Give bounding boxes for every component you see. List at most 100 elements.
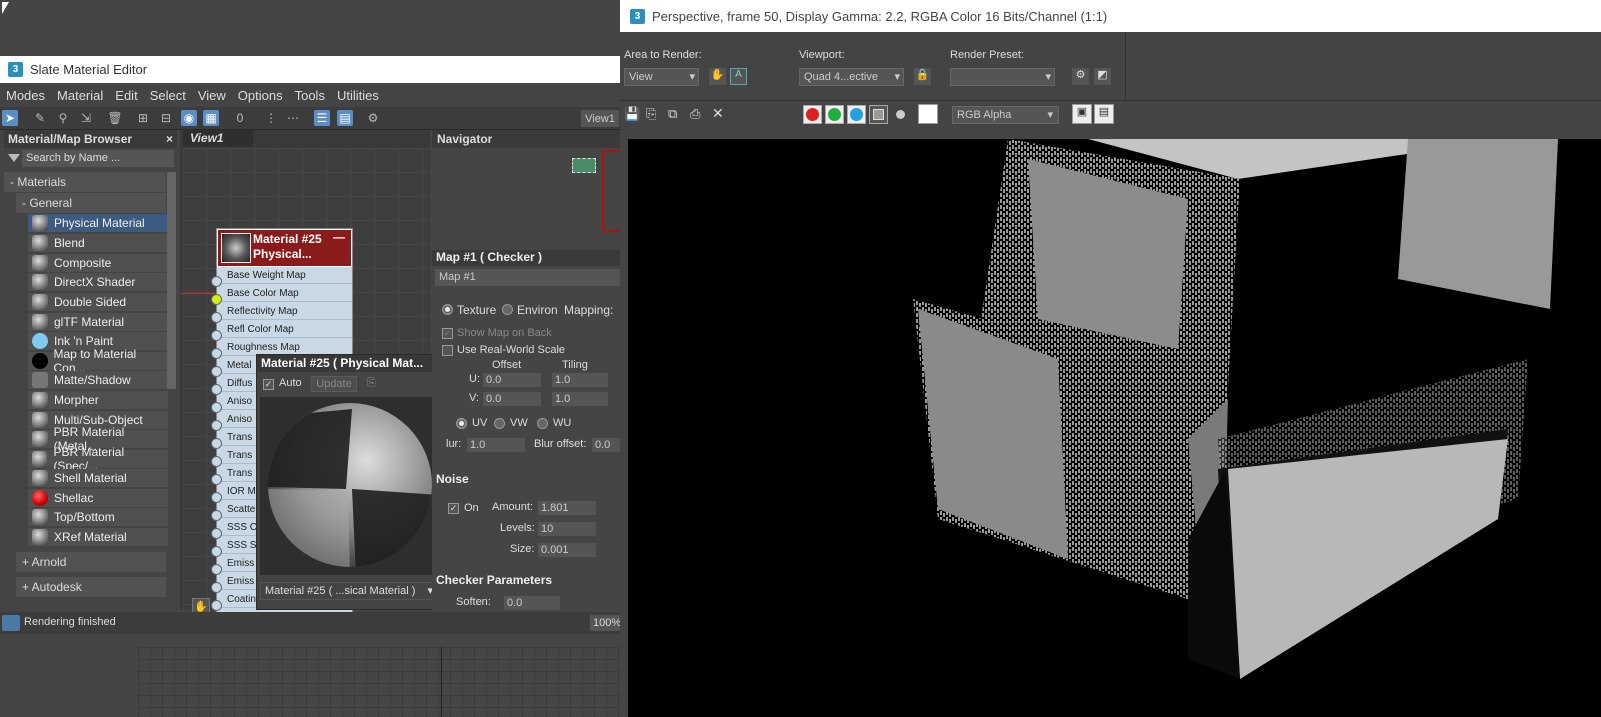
render-preset-dropdown[interactable]: ▾: [950, 68, 1055, 86]
collapse-icon[interactable]: —: [333, 230, 345, 244]
material-id-icon[interactable]: 0: [232, 110, 248, 126]
list-item[interactable]: Morpher: [28, 391, 168, 410]
menu-modes[interactable]: Modes: [0, 88, 51, 103]
input-socket[interactable]: [211, 330, 222, 341]
browser-scrollbar[interactable]: [167, 172, 176, 389]
input-socket[interactable]: [211, 510, 222, 521]
levels-spinner[interactable]: 10: [538, 522, 596, 536]
preview-title[interactable]: Material #25 ( Physical Mat...: [257, 355, 445, 372]
list-item[interactable]: Composite: [28, 254, 168, 273]
input-socket[interactable]: [211, 402, 222, 413]
real-world-checkbox[interactable]: [442, 345, 453, 356]
lock-icon[interactable]: 🔒: [914, 68, 931, 85]
red-channel-button[interactable]: [803, 105, 822, 124]
vw-radio[interactable]: [494, 418, 505, 429]
navigator-viewport-frame[interactable]: [602, 150, 620, 232]
input-socket[interactable]: [211, 474, 222, 485]
eyedropper-icon[interactable]: ✎: [32, 110, 48, 126]
slot-refl-color[interactable]: Refl Color Map: [217, 321, 352, 338]
slot-reflectivity[interactable]: Reflectivity Map: [217, 303, 352, 320]
clear-icon[interactable]: ✕: [712, 105, 724, 122]
input-socket[interactable]: [211, 420, 222, 431]
v-offset-spinner[interactable]: 0.0: [483, 392, 541, 406]
input-socket[interactable]: [211, 600, 222, 611]
input-socket[interactable]: [211, 312, 222, 323]
list-item[interactable]: Top/Bottom: [28, 508, 168, 527]
input-socket[interactable]: [211, 456, 222, 467]
list-item[interactable]: Double Sided: [28, 293, 168, 312]
display-channel-dropdown[interactable]: RGB Alpha ▾: [952, 106, 1059, 124]
list-item[interactable]: DirectX Shader: [28, 273, 168, 292]
editor-toggle-icon[interactable]: ▤: [337, 110, 353, 126]
update-button[interactable]: Update: [311, 376, 357, 392]
list-item[interactable]: Matte/Shadow: [28, 371, 168, 390]
list-item[interactable]: PBR Material (Spec/...: [28, 445, 168, 473]
tab-view1[interactable]: View1: [183, 130, 253, 147]
pin-icon[interactable]: ⎘: [367, 377, 376, 390]
list-item[interactable]: Shellac: [28, 489, 168, 508]
amount-spinner[interactable]: 1.801: [538, 501, 596, 515]
select-tool-icon[interactable]: ➤: [2, 110, 18, 126]
viewport-dropdown[interactable]: Quad 4...ective ▾: [799, 68, 904, 86]
blur-offset-spinner[interactable]: 0.0: [592, 438, 620, 452]
list-item[interactable]: glTF Material: [28, 313, 168, 332]
list-item[interactable]: Map to Material Con...: [28, 347, 168, 375]
slot-base-color[interactable]: Base Color Map: [217, 285, 352, 302]
slot-base-weight[interactable]: Base Weight Map: [217, 267, 352, 284]
search-input[interactable]: Search by Name ...: [22, 149, 174, 167]
map-name-field[interactable]: Map #1: [435, 269, 620, 286]
settings-icon[interactable]: ⚙: [365, 110, 381, 126]
menu-select[interactable]: Select: [144, 88, 192, 103]
input-socket[interactable]: [211, 528, 222, 539]
assign-material-icon[interactable]: ⇲: [78, 110, 94, 126]
input-socket[interactable]: [211, 366, 222, 377]
v-tiling-spinner[interactable]: 1.0: [552, 392, 608, 406]
frame-buffer-title-bar[interactable]: 3 Perspective, frame 50, Display Gamma: …: [620, 0, 1601, 32]
blur-spinner[interactable]: 1.0: [467, 438, 525, 452]
noise-on-checkbox[interactable]: ✓: [448, 503, 459, 514]
alpha-channel-button[interactable]: [869, 105, 888, 124]
layout-icon[interactable]: ⋮: [263, 110, 279, 126]
hide-unused-icon[interactable]: ⊟: [158, 110, 174, 126]
input-socket[interactable]: [211, 582, 222, 593]
menu-edit[interactable]: Edit: [109, 88, 143, 103]
area-to-render-dropdown[interactable]: View ▾: [624, 68, 699, 86]
material-selector-dropdown[interactable]: Material #25 ( ...sical Material ) ▾: [260, 582, 440, 600]
node-header[interactable]: Material #25 Physical... —: [217, 229, 352, 267]
show-map-checkbox[interactable]: ✓: [442, 328, 453, 339]
menu-tools[interactable]: Tools: [289, 88, 331, 103]
list-item[interactable]: Shell Material: [28, 469, 168, 488]
list-item-physical-material[interactable]: Physical Material: [28, 214, 168, 233]
browser-toggle-icon[interactable]: ☰: [314, 110, 330, 126]
u-offset-spinner[interactable]: 0.0: [483, 373, 541, 387]
render-setup-icon[interactable]: ⚙: [1072, 68, 1089, 85]
copy-image-icon[interactable]: ⎘: [646, 106, 656, 122]
uv-radio[interactable]: [456, 418, 467, 429]
chevron-down-icon[interactable]: [8, 154, 20, 162]
move-children-icon[interactable]: ⊞: [135, 110, 151, 126]
list-item[interactable]: Blend: [28, 234, 168, 253]
view-selector[interactable]: View1: [581, 110, 619, 127]
pan-icon[interactable]: ✋: [709, 68, 726, 85]
group-materials[interactable]: - Materials: [4, 172, 166, 192]
save-image-icon[interactable]: 💾: [624, 106, 640, 122]
size-spinner[interactable]: 0.001: [538, 543, 596, 557]
texture-radio[interactable]: [442, 304, 453, 315]
zoom-level[interactable]: 100%: [590, 615, 620, 631]
show-map-icon[interactable]: ◉: [181, 110, 197, 126]
clone-window-icon[interactable]: ⧉: [668, 106, 677, 122]
toggle-ui-overlay-icon[interactable]: ▣: [1072, 104, 1092, 124]
input-socket[interactable]: [211, 492, 222, 503]
layout-children-icon[interactable]: ⋯: [285, 110, 301, 126]
green-channel-button[interactable]: [825, 105, 844, 124]
input-socket[interactable]: [211, 384, 222, 395]
slate-title-bar[interactable]: 3 Slate Material Editor: [0, 56, 620, 83]
soften-spinner[interactable]: 0.0: [504, 596, 560, 610]
auto-checkbox[interactable]: ✓: [263, 379, 274, 390]
input-socket[interactable]: [211, 564, 222, 575]
print-icon[interactable]: ⎙: [690, 106, 700, 122]
mono-channel-icon[interactable]: [896, 110, 905, 119]
input-socket[interactable]: [211, 348, 222, 359]
list-item[interactable]: XRef Material: [28, 528, 168, 547]
input-socket[interactable]: [211, 438, 222, 449]
